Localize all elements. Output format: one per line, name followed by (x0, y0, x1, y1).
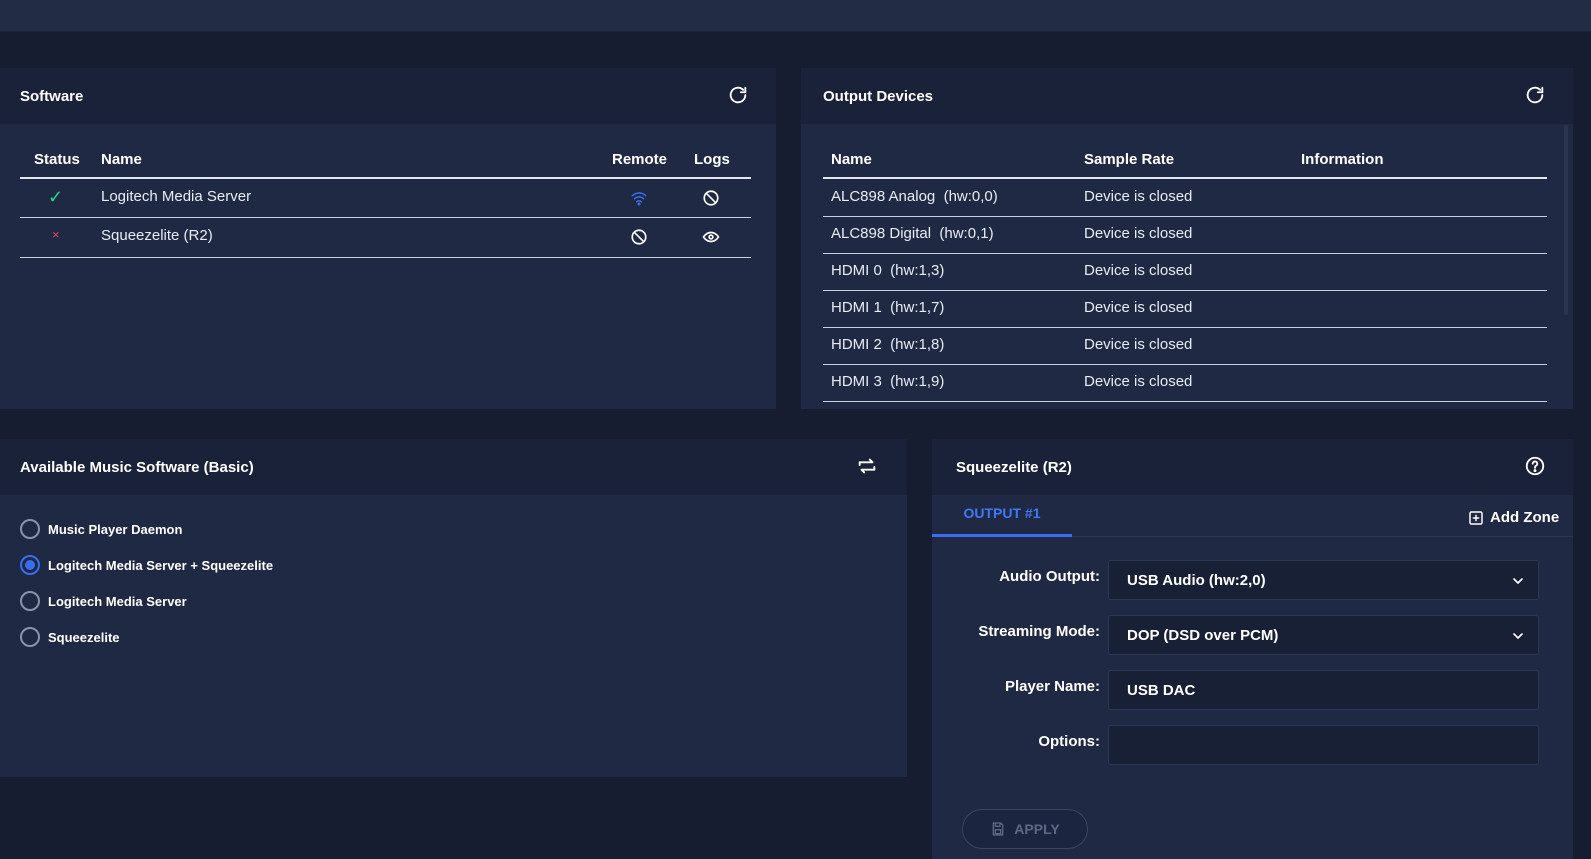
device-name: HDMI 2 (hw:1,8) (831, 336, 945, 353)
add-zone-label: Add Zone (1490, 509, 1560, 526)
software-panel-header: Software (0, 68, 776, 124)
row-divider (823, 327, 1547, 328)
audio-output-select[interactable]: USB Audio (hw:2,0) (1108, 560, 1539, 600)
device-name: HDMI 0 (hw:1,3) (831, 262, 945, 279)
column-header-information: Information (1301, 151, 1384, 168)
device-sample-rate: Device is closed (1084, 373, 1193, 390)
output-devices-title: Output Devices (823, 87, 934, 105)
radio-button-selected[interactable] (20, 555, 40, 575)
output-devices-header: Output Devices (801, 68, 1573, 124)
audio-output-label: Audio Output: (999, 568, 1100, 585)
column-header-logs: Logs (694, 151, 730, 168)
device-sample-rate: Device is closed (1084, 188, 1193, 205)
row-divider (823, 253, 1547, 254)
tab-label: OUTPUT #1 (963, 504, 1041, 521)
device-sample-rate: Device is closed (1084, 225, 1193, 242)
ban-icon[interactable] (702, 189, 720, 207)
radio-option-lms-squeezelite[interactable]: Logitech Media Server + Squeezelite (20, 554, 273, 576)
swap-icon[interactable] (856, 455, 878, 477)
wifi-icon[interactable] (630, 189, 648, 207)
add-zone-button[interactable]: Add Zone (1468, 509, 1559, 526)
apply-button[interactable]: APPLY (962, 809, 1088, 849)
add-box-icon (1468, 510, 1484, 526)
device-sample-rate: Device is closed (1084, 336, 1193, 353)
row-divider (823, 290, 1547, 291)
radio-option-mpd[interactable]: Music Player Daemon (20, 518, 182, 540)
device-sample-rate: Device is closed (1084, 299, 1193, 316)
ban-icon[interactable] (630, 228, 648, 246)
radio-button[interactable] (20, 627, 40, 647)
radio-option-squeezelite[interactable]: Squeezelite (20, 626, 120, 648)
table-header-divider (20, 177, 751, 179)
player-name-label: Player Name: (1004, 678, 1100, 695)
row-divider (823, 401, 1547, 402)
row-divider (823, 216, 1547, 217)
eye-icon[interactable] (702, 228, 720, 246)
refresh-icon[interactable] (727, 84, 749, 106)
streaming-mode-label: Streaming Mode: (978, 623, 1100, 640)
player-name-input[interactable]: USB DAC (1108, 670, 1539, 710)
row-divider (20, 217, 751, 218)
squeezelite-header: Squeezelite (R2) (932, 439, 1573, 495)
chevron-down-icon (1510, 628, 1526, 644)
save-icon (990, 821, 1006, 837)
output-devices-scrollbar[interactable] (1564, 125, 1568, 315)
column-header-name: Name (101, 151, 142, 168)
device-sample-rate: Device is closed (1084, 262, 1193, 279)
device-name: HDMI 1 (hw:1,7) (831, 299, 945, 316)
refresh-icon[interactable] (1524, 84, 1546, 106)
column-header-remote: Remote (612, 151, 668, 168)
music-software-header: Available Music Software (Basic) (0, 439, 907, 495)
player-name-value: USB DAC (1127, 681, 1196, 699)
audio-output-value: USB Audio (hw:2,0) (1127, 571, 1266, 589)
radio-option-lms[interactable]: Logitech Media Server (20, 590, 187, 612)
status-error: × (52, 227, 60, 242)
status-ok: ✓ (48, 187, 64, 207)
column-header-name: Name (831, 151, 872, 168)
streaming-mode-value: DOP (DSD over PCM) (1127, 626, 1279, 644)
options-input[interactable] (1108, 725, 1539, 765)
software-name: Logitech Media Server (101, 188, 252, 205)
device-name: ALC898 Analog (hw:0,0) (831, 188, 998, 205)
radio-label: Music Player Daemon (48, 521, 183, 537)
apply-label: APPLY (1014, 821, 1060, 837)
top-bar (0, 0, 1591, 32)
radio-button[interactable] (20, 591, 40, 611)
device-name: HDMI 3 (hw:1,9) (831, 373, 945, 390)
software-panel-title: Software (20, 87, 84, 105)
table-header-divider (823, 177, 1547, 179)
streaming-mode-select[interactable]: DOP (DSD over PCM) (1108, 615, 1539, 655)
music-software-title: Available Music Software (Basic) (20, 458, 254, 476)
radio-label: Squeezelite (48, 629, 120, 645)
software-name: Squeezelite (R2) (101, 227, 213, 244)
row-divider (823, 364, 1547, 365)
options-label: Options: (1038, 733, 1100, 750)
chevron-down-icon (1510, 573, 1526, 589)
column-header-status: Status (34, 151, 80, 168)
row-divider (20, 257, 751, 258)
radio-label: Logitech Media Server + Squeezelite (48, 557, 274, 573)
column-header-sample-rate: Sample Rate (1084, 151, 1175, 168)
device-name: ALC898 Digital (hw:0,1) (831, 225, 994, 242)
radio-button[interactable] (20, 519, 40, 539)
squeezelite-title: Squeezelite (R2) (956, 458, 1072, 476)
tab-active-indicator (932, 534, 1072, 537)
tab-output-1[interactable]: OUTPUT #1 (932, 488, 1072, 537)
help-icon[interactable] (1524, 455, 1546, 477)
radio-label: Logitech Media Server (48, 593, 187, 609)
